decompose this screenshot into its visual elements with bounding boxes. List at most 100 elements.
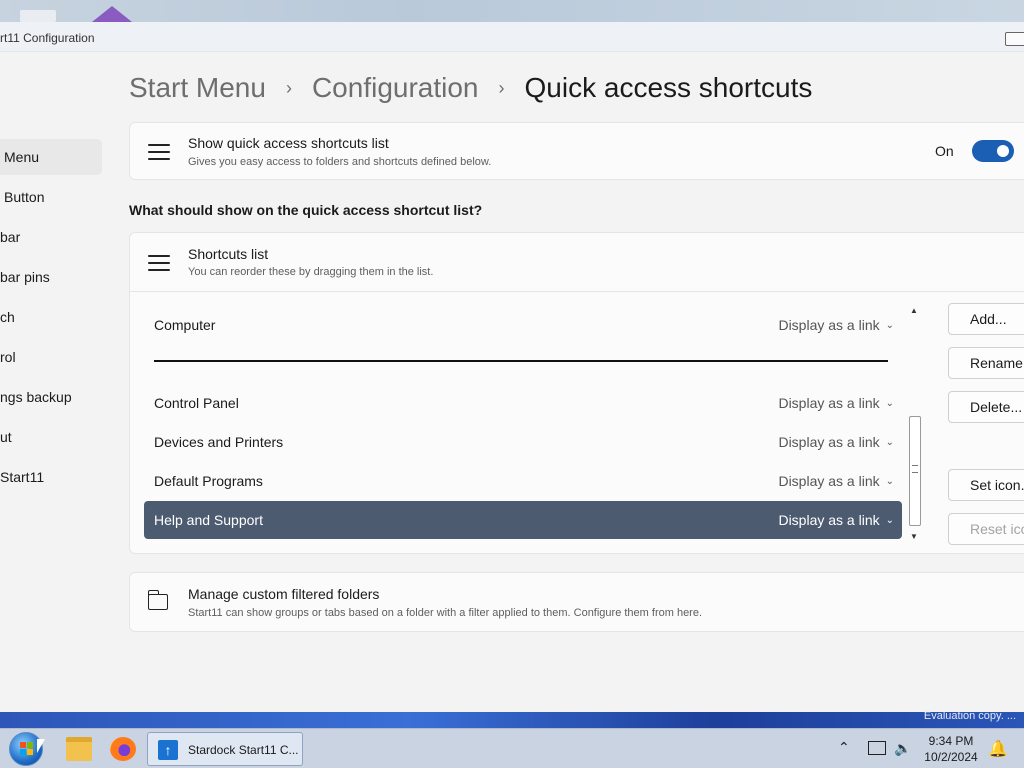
toggle-knob [997, 145, 1009, 157]
mouse-cursor-icon [37, 739, 45, 753]
firefox-icon[interactable] [110, 737, 136, 761]
rename-button[interactable]: Rename... [948, 347, 1024, 379]
sidebar-item-taskbar[interactable]: bar [0, 219, 102, 255]
card-title: Shortcuts list [188, 246, 269, 262]
reset-icon-button[interactable]: Reset icon [948, 513, 1024, 545]
display-mode-dropdown[interactable]: Display as a link ⌄ [778, 317, 894, 333]
file-explorer-icon[interactable] [66, 737, 92, 761]
display-mode-dropdown[interactable]: Display as a link ⌄ [778, 395, 894, 411]
toggle-state-label: On [935, 143, 954, 159]
chevron-down-icon: ⌄ [885, 437, 894, 448]
page-title: Quick access shortcuts [524, 72, 813, 103]
network-icon[interactable] [868, 741, 886, 755]
delete-button[interactable]: Delete... [948, 391, 1024, 423]
desktop-wallpaper-bottom: Evaluation copy. ... [0, 710, 1024, 728]
sidebar-item-label: rol [0, 349, 16, 365]
shortcut-name: Control Panel [154, 395, 239, 411]
separator-line[interactable] [154, 360, 888, 362]
desktop-shortcut-icon[interactable] [20, 10, 56, 22]
system-clock[interactable]: 9:34 PM 10/2/2024 [920, 733, 982, 765]
sidebar-item-label: Start11 [0, 469, 45, 485]
breadcrumb-separator: › [285, 77, 292, 98]
sidebar-item-start11[interactable]: Start11 [0, 459, 102, 495]
sidebar-item-settings-backup[interactable]: ngs backup [0, 379, 102, 415]
list-item[interactable]: Computer Display as a link ⌄ [144, 306, 902, 344]
sidebar-item-label: ut [0, 429, 12, 445]
shortcuts-list-card: Shortcuts list You can reorder these by … [129, 232, 1024, 554]
sidebar-item-label: Menu [4, 149, 40, 165]
dropdown-value: Display as a link [778, 512, 880, 528]
restore-button[interactable] [1005, 32, 1024, 46]
clock-time: 9:34 PM [928, 734, 974, 748]
sidebar-item-taskbar-pins[interactable]: bar pins [0, 259, 102, 295]
breadcrumb-separator: › [498, 77, 505, 98]
scroll-down-arrow-icon[interactable]: ▼ [910, 532, 918, 541]
dropdown-value: Display as a link [778, 317, 880, 333]
shortcut-name: Computer [154, 317, 216, 333]
shortcut-name: Devices and Printers [154, 434, 284, 450]
sidebar-item-about[interactable]: ut [0, 419, 102, 455]
show-shortcuts-card: Show quick access shortcuts list Gives y… [129, 122, 1024, 180]
list-item[interactable]: Default Programs Display as a link ⌄ [144, 462, 902, 500]
windows-logo-icon [20, 742, 34, 756]
notification-bell-icon[interactable]: 🔔 [988, 739, 1008, 759]
card-subtitle: Gives you easy access to folders and sho… [188, 156, 492, 168]
shortcuts-list[interactable]: Computer Display as a link ⌄ Control Pane… [130, 291, 1024, 553]
chevron-down-icon: ⌄ [885, 476, 894, 487]
sidebar-item-control[interactable]: rol [0, 339, 102, 375]
sidebar-item-label: Button [4, 189, 45, 205]
show-hidden-icons-chevron-icon[interactable]: ⌃ [838, 739, 850, 756]
clock-date: 10/2/2024 [924, 750, 978, 764]
list-scrollbar[interactable]: ▲ ▼ [908, 306, 922, 542]
sidebar-item-label: bar [0, 229, 21, 245]
breadcrumb-start-menu[interactable]: Start Menu [129, 72, 266, 104]
list-item[interactable]: Control Panel Display as a link ⌄ [144, 384, 902, 422]
display-mode-dropdown[interactable]: Display as a link ⌄ [778, 512, 894, 528]
set-icon-button[interactable]: Set icon... [948, 469, 1024, 501]
dropdown-value: Display as a link [778, 395, 880, 411]
window-title: rt11 Configuration [0, 31, 95, 45]
desktop-shortcut-icon[interactable] [92, 6, 132, 22]
sidebar-item-label: ch [0, 309, 15, 325]
sidebar-item-label: bar pins [0, 269, 50, 285]
display-mode-dropdown[interactable]: Display as a link ⌄ [778, 434, 894, 450]
card-subtitle: Start11 can show groups or tabs based on… [188, 607, 703, 619]
breadcrumb-configuration[interactable]: Configuration [312, 72, 479, 104]
hamburger-icon [148, 255, 170, 275]
taskbar-app-start11[interactable]: ↑ Stardock Start11 C... [147, 732, 303, 766]
list-item-selected[interactable]: Help and Support Display as a link ⌄ [144, 501, 902, 539]
hamburger-icon [148, 144, 170, 164]
shortcut-name: Help and Support [154, 512, 263, 528]
taskbar-app-label: Stardock Start11 C... [188, 743, 299, 757]
scrollbar-thumb[interactable] [909, 416, 921, 526]
volume-icon[interactable]: 🔈 [894, 740, 911, 757]
display-mode-dropdown[interactable]: Display as a link ⌄ [778, 473, 894, 489]
add-button[interactable]: Add... [948, 303, 1024, 335]
dropdown-value: Display as a link [778, 473, 880, 489]
card-subtitle: You can reorder these by dragging them i… [188, 266, 434, 278]
desktop-wallpaper-top [0, 0, 1024, 22]
scroll-up-arrow-icon[interactable]: ▲ [910, 306, 918, 315]
configuration-window: rt11 Configuration Menu Button bar bar p… [0, 22, 1024, 712]
start11-app-icon: ↑ [158, 740, 178, 760]
dropdown-value: Display as a link [778, 434, 880, 450]
taskbar: ↑ Stardock Start11 C... ⌃ 🔈 9:34 PM 10/2… [0, 728, 1024, 768]
filtered-folders-card[interactable]: Manage custom filtered folders Start11 c… [129, 572, 1024, 632]
folder-icon [147, 590, 168, 610]
sidebar-item-search[interactable]: ch [0, 299, 102, 335]
sidebar-item-start-menu[interactable]: Menu [0, 139, 102, 175]
card-title: Manage custom filtered folders [188, 586, 380, 602]
section-heading: What should show on the quick access sho… [129, 202, 483, 218]
sidebar-item-label: ngs backup [0, 389, 72, 405]
breadcrumb: Start Menu › Configuration › Quick acces… [129, 68, 812, 108]
card-title: Show quick access shortcuts list [188, 135, 389, 151]
show-shortcuts-toggle[interactable] [972, 140, 1014, 162]
chevron-down-icon: ⌄ [885, 515, 894, 526]
title-bar[interactable]: rt11 Configuration [0, 22, 1024, 52]
chevron-down-icon: ⌄ [885, 398, 894, 409]
shortcut-name: Default Programs [154, 473, 263, 489]
sidebar-nav: Menu Button bar bar pins ch rol ngs back… [0, 52, 115, 712]
list-item[interactable]: Devices and Printers Display as a link ⌄ [144, 423, 902, 461]
chevron-down-icon: ⌄ [885, 320, 894, 331]
sidebar-item-start-button[interactable]: Button [0, 179, 102, 215]
